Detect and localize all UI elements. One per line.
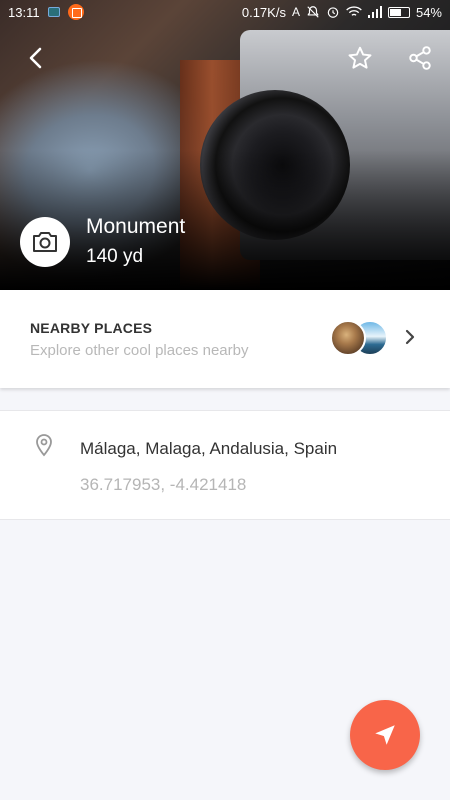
- wifi-icon: [346, 6, 362, 16]
- chevron-right-icon: [405, 329, 415, 345]
- location-card: Málaga, Malaga, Andalusia, Spain 36.7179…: [0, 410, 450, 520]
- notifications-off-icon: [307, 6, 319, 18]
- place-distance: 140 yd: [86, 246, 144, 267]
- signal-icon: [367, 6, 382, 18]
- alarm-icon: [327, 7, 339, 18]
- chevron-left-icon: [29, 47, 42, 69]
- coordinates-text: 36.717953, -4.421418: [80, 475, 247, 494]
- data-saver-icon: A: [291, 5, 300, 19]
- status-bar: 13:11 0.17K/s A 54%: [0, 0, 450, 24]
- camera-icon: [33, 232, 57, 252]
- favorite-button[interactable]: [342, 40, 378, 76]
- app-notification-icon: [67, 4, 84, 20]
- place-header: Monument 140 yd: [20, 214, 185, 270]
- share-button[interactable]: [402, 40, 438, 76]
- nearby-places-card[interactable]: NEARBY PLACES Explore other cool places …: [0, 290, 450, 388]
- location-pin-icon: [36, 434, 52, 457]
- nearby-thumbnails: [330, 320, 390, 356]
- category-badge: [20, 217, 70, 267]
- nearby-thumbnail: [330, 320, 366, 356]
- network-speed: 0.17K/s: [241, 4, 286, 20]
- place-title: Monument: [86, 215, 186, 238]
- share-icon: [409, 46, 431, 70]
- address-text: Málaga, Malaga, Andalusia, Spain: [80, 439, 338, 458]
- navigate-button[interactable]: [350, 700, 420, 770]
- gallery-notification-icon: [47, 7, 60, 17]
- battery-percent: 54%: [415, 4, 442, 20]
- status-time: 13:11: [8, 4, 40, 20]
- navigation-arrow-icon: [375, 725, 395, 745]
- battery-icon: [387, 6, 410, 18]
- star-icon: [348, 46, 372, 69]
- back-button[interactable]: [18, 40, 54, 76]
